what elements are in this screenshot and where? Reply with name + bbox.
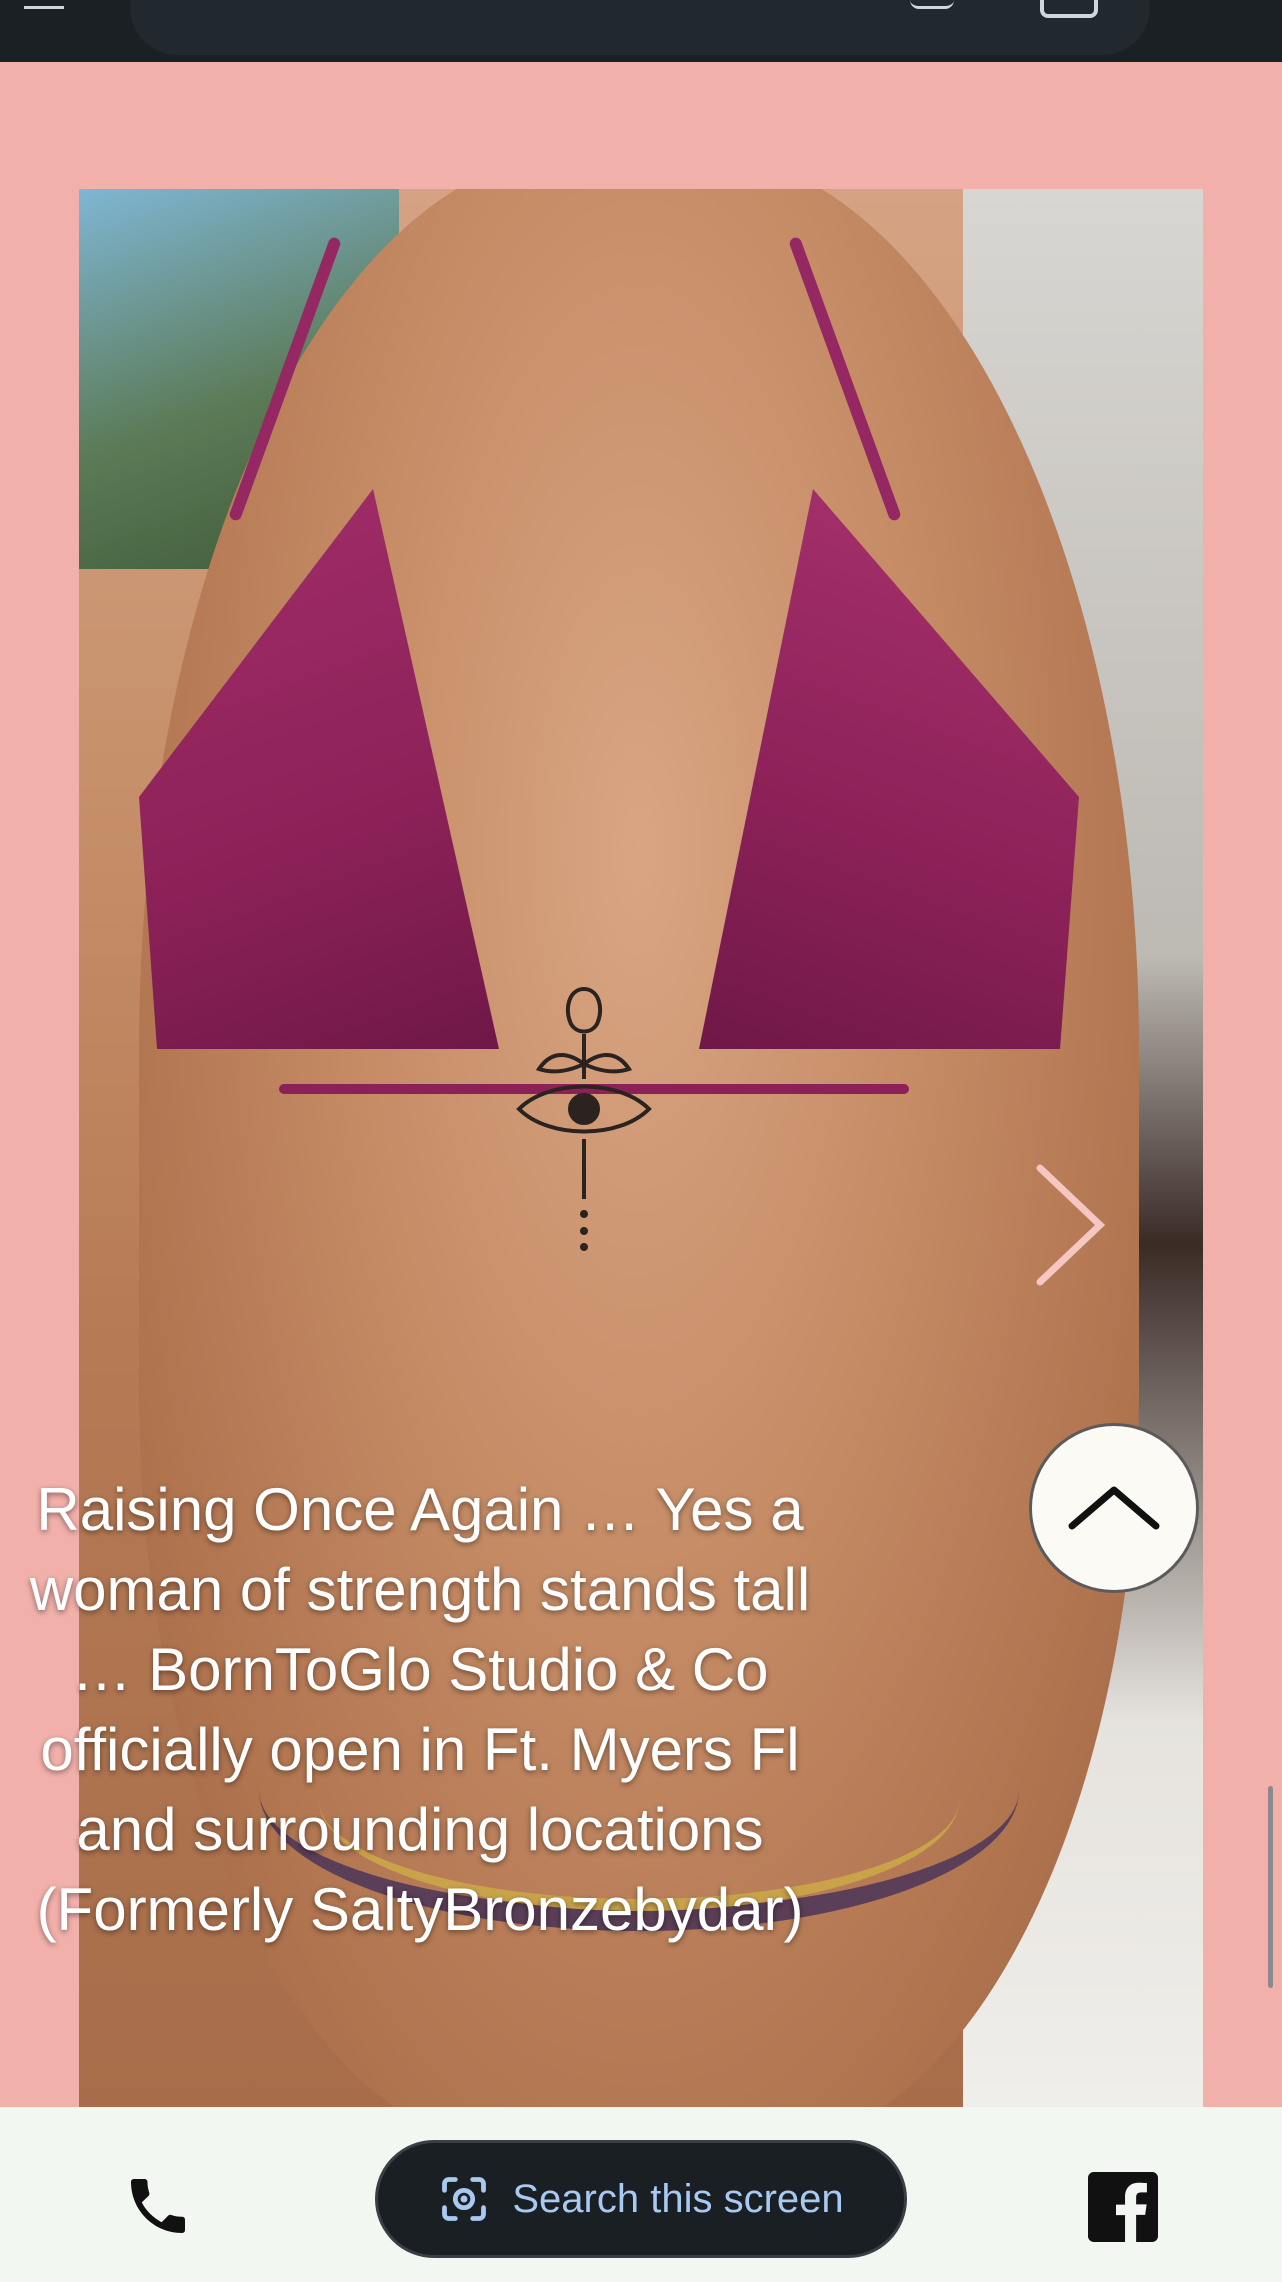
post-caption: Raising Once Again … Yes a woman of stre… [29,1476,811,1943]
scroll-to-top-button[interactable] [1029,1423,1199,1593]
tab-switcher-icon[interactable] [1040,0,1098,18]
search-this-screen-button[interactable]: Search this screen [375,2140,907,2258]
facebook-icon[interactable] [1088,2172,1158,2242]
chevron-up-icon [1068,1486,1160,1530]
page-scrollbar[interactable] [1268,1786,1273,1988]
phone-icon[interactable] [122,2170,194,2242]
address-bar[interactable] [130,0,1150,55]
tattoo-eye-icon [516,986,652,1251]
tabs-icon[interactable] [24,0,64,9]
search-this-screen-label: Search this screen [512,2176,844,2221]
chevron-right-icon[interactable] [1030,1160,1110,1290]
lens-icon [442,2177,487,2221]
bookmark-icon[interactable] [910,0,954,9]
browser-top-bar [0,0,1282,62]
